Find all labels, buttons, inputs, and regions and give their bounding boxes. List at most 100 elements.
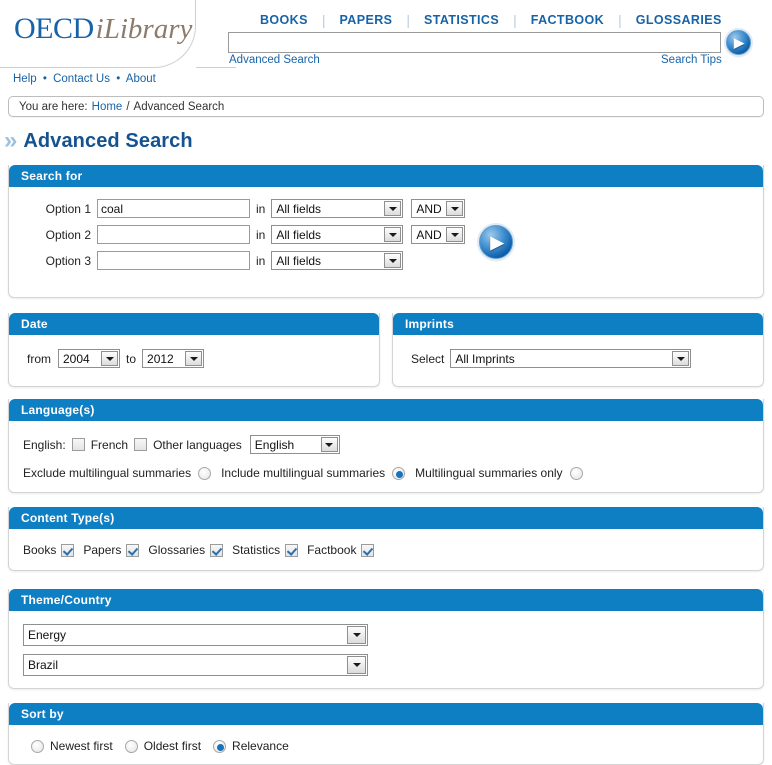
imprints-heading: Imprints (393, 313, 763, 335)
advanced-search-link[interactable]: Advanced Search (229, 54, 320, 66)
imprints-select-value: All Imprints (455, 351, 515, 366)
about-link[interactable]: About (126, 73, 156, 85)
page-title: Advanced Search (23, 129, 193, 152)
factbook-label: Factbook (307, 543, 357, 557)
in-label-3: in (256, 253, 266, 268)
advanced-search-submit-button[interactable]: ▶ (479, 225, 513, 259)
breadcrumb-separator: / (126, 100, 130, 113)
country-select[interactable]: Brazil (23, 654, 368, 676)
nav-item-glossaries[interactable]: GLOSSARIES (622, 13, 736, 27)
theme-country-heading: Theme/Country (9, 589, 763, 611)
operator-select-2[interactable]: AND (411, 225, 466, 244)
field-select-2[interactable]: All fields (271, 225, 404, 244)
help-link[interactable]: Help (13, 73, 37, 85)
operator-select-1-value: AND (416, 201, 442, 216)
country-select-value: Brazil (28, 658, 59, 672)
chevron-down-icon (320, 437, 338, 452)
imprints-row: Select All Imprints (403, 349, 753, 368)
play-arrow-icon: ▶ (734, 35, 744, 50)
header-search-submit-button[interactable]: ▶ (726, 30, 751, 55)
search-term-input-3[interactable] (97, 251, 250, 270)
search-term-input-1[interactable] (97, 199, 250, 218)
chevron-down-icon (672, 351, 690, 366)
books-label: Books (23, 543, 57, 557)
site-logo[interactable]: OECDiLibrary (14, 12, 192, 46)
contact-us-link[interactable]: Contact Us (53, 73, 110, 85)
theme-select-value: Energy (28, 628, 67, 642)
logo-ilibrary-text: iLibrary (95, 13, 193, 45)
content-types-panel: Content Type(s) Books Papers Glossaries … (8, 507, 764, 571)
multilingual-summaries-row: Exclude multilingual summaries Include m… (23, 466, 753, 480)
date-panel: Date from 2004 to 2012 (8, 313, 380, 387)
field-select-1-value: All fields (276, 201, 322, 216)
imprints-select[interactable]: All Imprints (450, 349, 692, 368)
books-checkbox[interactable] (61, 543, 75, 557)
search-term-input-2[interactable] (97, 225, 250, 244)
nav-item-factbook[interactable]: FACTBOOK (517, 13, 618, 27)
only-summaries-label: Multilingual summaries only (415, 466, 563, 480)
chevron-down-icon (446, 227, 464, 242)
sort-by-body: Newest first Oldest first Relevance (9, 725, 763, 753)
sort-newest-radio[interactable] (31, 739, 44, 753)
nav-item-papers[interactable]: PAPERS (325, 13, 406, 27)
statistics-label: Statistics (232, 543, 281, 557)
date-from-value: 2004 (63, 351, 90, 366)
date-body: from 2004 to 2012 (9, 335, 379, 378)
content-types-body: Books Papers Glossaries Statistics Factb… (9, 529, 763, 557)
english-checkbox[interactable] (71, 438, 85, 451)
papers-checkbox[interactable] (126, 543, 140, 557)
option-1-label: Option 1 (45, 201, 91, 216)
search-row-2: Option 2 in All fields AND (19, 225, 753, 244)
sort-newest-label: Newest first (50, 739, 113, 753)
nav-item-books[interactable]: BOOKS (246, 13, 322, 27)
date-from-select[interactable]: 2004 (58, 349, 120, 368)
chevron-down-icon (101, 351, 118, 366)
factbook-checkbox[interactable] (361, 543, 375, 557)
sort-relevance-radio[interactable] (213, 739, 227, 753)
date-heading: Date (9, 313, 379, 335)
french-checkbox[interactable] (134, 438, 148, 451)
content-types-heading: Content Type(s) (9, 507, 763, 529)
chevron-down-icon (384, 227, 402, 242)
operator-select-1[interactable]: AND (411, 199, 466, 218)
header-search-input[interactable] (228, 32, 721, 53)
only-summaries-radio[interactable] (569, 466, 583, 480)
search-tips-link[interactable]: Search Tips (661, 54, 722, 66)
breadcrumb-prefix: You are here: (19, 100, 88, 113)
languages-panel: Language(s) English: French Other langua… (8, 399, 764, 493)
chevron-down-icon (446, 201, 464, 216)
date-to-select[interactable]: 2012 (142, 349, 205, 368)
sort-relevance-label: Relevance (232, 739, 289, 753)
logo-container: OECDiLibrary (0, 0, 236, 68)
theme-country-panel: Theme/Country Energy Brazil (8, 589, 764, 689)
other-languages-value: English (254, 437, 295, 452)
sort-oldest-radio[interactable] (124, 739, 138, 753)
search-for-heading: Search for (9, 165, 763, 187)
imprints-body: Select All Imprints (393, 335, 763, 378)
glossaries-checkbox[interactable] (210, 543, 224, 557)
chevron-down-icon (384, 201, 402, 216)
breadcrumb-home-link[interactable]: Home (92, 101, 123, 113)
search-for-panel: Search for Option 1 in All fields AND Op… (8, 165, 764, 298)
utility-links: Help • Contact Us • About (13, 73, 156, 85)
other-languages-select[interactable]: English (249, 435, 340, 454)
exclude-summaries-radio[interactable] (198, 466, 212, 480)
glossaries-label: Glossaries (148, 543, 206, 557)
nav-item-statistics[interactable]: STATISTICS (410, 13, 513, 27)
site-header: OECDiLibrary BOOKS | PAPERS | STATISTICS… (0, 0, 772, 85)
option-2-label: Option 2 (45, 227, 91, 242)
field-select-3-value: All fields (276, 253, 322, 268)
field-select-1[interactable]: All fields (271, 199, 404, 218)
languages-checkbox-row: English: French Other languages English (23, 435, 753, 454)
include-summaries-label: Include multilingual summaries (221, 466, 386, 480)
breadcrumb: You are here: Home / Advanced Search (8, 96, 764, 117)
imprints-select-label: Select (411, 351, 445, 366)
statistics-checkbox[interactable] (285, 543, 299, 557)
theme-select[interactable]: Energy (23, 624, 368, 646)
field-select-3[interactable]: All fields (271, 251, 404, 270)
field-select-2-value: All fields (276, 227, 322, 242)
in-label-2: in (256, 227, 266, 242)
other-languages-label: Other languages (153, 437, 242, 452)
utility-separator: • (42, 73, 47, 85)
include-summaries-radio[interactable] (392, 466, 406, 480)
